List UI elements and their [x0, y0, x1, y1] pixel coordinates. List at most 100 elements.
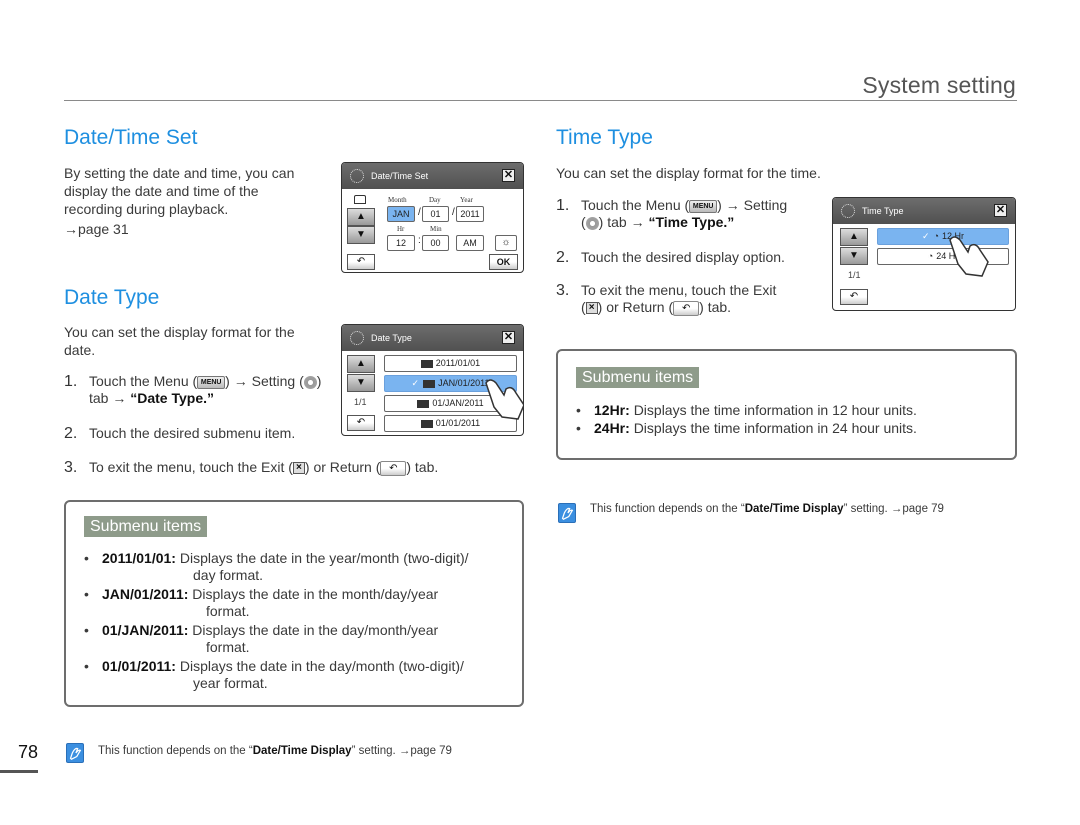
- submenu-item-desc: Displays the date in the day/month/year: [192, 622, 439, 638]
- menu-icon: MENU: [197, 375, 226, 389]
- year-field[interactable]: 2011: [456, 206, 484, 222]
- minute-field[interactable]: 00: [422, 235, 449, 251]
- day-field[interactable]: 01: [422, 206, 449, 222]
- down-button[interactable]: ▼: [347, 374, 375, 392]
- submenu-item: • 01/JAN/2011: Displays the date in the …: [84, 622, 514, 656]
- step-text: To exit the menu, touch the Exit: [581, 282, 777, 298]
- step-number: 3.: [556, 282, 570, 299]
- option-label: 01/01/2011: [435, 418, 481, 428]
- date-type-step-3: 3. To exit the menu, touch the Exit (×) …: [64, 459, 438, 476]
- step-menu-target: “Time Type.”: [648, 214, 735, 230]
- note-text-part: This function depends on the “: [590, 503, 745, 515]
- clock-icon: ◔: [933, 231, 939, 241]
- page-number: 78: [18, 742, 39, 762]
- gear-icon: [350, 169, 364, 183]
- home-icon: [354, 195, 366, 204]
- time-type-submenu-box: Submenu items • 12Hr: Displays the time …: [556, 349, 1017, 460]
- note-setting-name: Date/Time Display: [252, 745, 352, 757]
- exit-icon: ×: [585, 302, 598, 315]
- date-separator: /: [452, 207, 455, 218]
- up-button[interactable]: ▲: [347, 208, 375, 226]
- step-text: ) or Return (: [597, 299, 674, 315]
- screen-title: Date Type: [371, 333, 412, 343]
- return-icon: ↶: [673, 300, 700, 316]
- step-text: Touch the desired submenu item.: [89, 425, 296, 441]
- submenu-item-desc-cont: format.: [206, 603, 250, 619]
- step-text: ) tab.: [699, 299, 732, 315]
- return-button[interactable]: ↶: [840, 289, 868, 305]
- note-icon: [66, 743, 84, 763]
- gear-icon: [350, 331, 364, 345]
- option-label: 2011/01/01: [435, 358, 481, 368]
- ampm-field[interactable]: AM: [456, 235, 484, 251]
- return-button[interactable]: ↶: [347, 254, 375, 270]
- month-label: Month: [388, 196, 407, 204]
- exit-button[interactable]: ✕: [502, 331, 515, 344]
- date-option-2011-01-01[interactable]: 2011/01/01: [384, 355, 517, 372]
- gear-icon: [841, 204, 855, 218]
- screen-titlebar: Date Type ✕: [342, 325, 523, 351]
- step-menu-target: “Date Type.”: [130, 390, 215, 406]
- hour-label: Hr: [397, 225, 405, 233]
- screen-title: Date/Time Set: [371, 171, 429, 181]
- submenu-item: • 12Hr: Displays the time information in…: [576, 402, 917, 419]
- date-format-icon: [423, 379, 436, 388]
- submenu-item-key: 01/JAN/2011:: [102, 622, 189, 638]
- minute-label: Min: [430, 225, 442, 233]
- submenu-item: • JAN/01/2011: Displays the date in the …: [84, 586, 514, 620]
- bullet: •: [84, 586, 89, 602]
- date-format-icon: [420, 419, 433, 428]
- touch-hand-icon: [949, 236, 989, 277]
- time-separator: :: [418, 235, 421, 246]
- submenu-title: Submenu items: [576, 367, 700, 388]
- date-type-submenu-box: Submenu items • 2011/01/01: Displays the…: [64, 500, 524, 707]
- exit-button[interactable]: ✕: [994, 204, 1007, 217]
- step-text: ) → Setting (: [225, 373, 304, 389]
- hour-field[interactable]: 12: [387, 235, 415, 251]
- submenu-item-desc: Displays the date in the day/month (two-…: [179, 658, 464, 674]
- submenu-item-key: 01/01/2011:: [102, 658, 176, 674]
- page-reference-link[interactable]: →page 31: [64, 220, 129, 238]
- step-text: ) → Setting: [717, 197, 788, 213]
- page-indicator: 1/1: [848, 270, 861, 280]
- summer-time-icon: ☼: [501, 237, 511, 248]
- ok-button[interactable]: OK: [489, 254, 518, 270]
- dst-button[interactable]: ☼: [495, 235, 517, 251]
- date-format-icon: [420, 359, 433, 368]
- note-text-part: ” setting. →page 79: [351, 745, 452, 757]
- screen-title: Time Type: [862, 206, 904, 216]
- return-icon: ↶: [380, 460, 407, 476]
- submenu-item-desc: Displays the date in the year/month (two…: [179, 550, 469, 566]
- header-divider: [64, 100, 1017, 101]
- note-text-part: ” setting. →page 79: [843, 503, 944, 515]
- step-text: ) tab →: [598, 214, 649, 230]
- step-text: ) or Return (: [304, 459, 381, 475]
- month-field[interactable]: JAN: [387, 206, 415, 222]
- down-button[interactable]: ▼: [347, 226, 375, 244]
- up-button[interactable]: ▲: [347, 355, 375, 373]
- section-title-time-type: Time Type: [556, 126, 653, 149]
- chapter-title: System setting: [862, 72, 1016, 98]
- submenu-item-key: 12Hr:: [594, 402, 630, 418]
- check-icon: ✓: [922, 231, 930, 241]
- submenu-item-desc: Displays the date in the month/day/year: [192, 586, 439, 602]
- return-button[interactable]: ↶: [347, 415, 375, 431]
- step-text: Touch the Menu (: [89, 373, 198, 389]
- down-button[interactable]: ▼: [840, 247, 868, 265]
- exit-button[interactable]: ✕: [502, 169, 515, 182]
- bullet: •: [576, 402, 581, 418]
- note-text: This function depends on the “Date/Time …: [590, 503, 944, 515]
- submenu-item-desc-cont: year format.: [193, 675, 268, 691]
- time-type-screen: Time Type ✕ ▲ ▼ 1/1 ↶ ✓ ◔ 12 Hr ◔ 24 Hr: [832, 197, 1016, 311]
- check-icon: ✓: [411, 378, 420, 388]
- step-text: To exit the menu, touch the Exit (: [89, 459, 293, 475]
- submenu-item-desc: Displays the time information in 24 hour…: [633, 420, 917, 436]
- submenu-item: • 01/01/2011: Displays the date in the d…: [84, 658, 514, 692]
- submenu-item-key: JAN/01/2011:: [102, 586, 189, 602]
- setting-gear-icon: [585, 216, 599, 230]
- note-setting-name: Date/Time Display: [744, 503, 844, 515]
- up-button[interactable]: ▲: [840, 228, 868, 246]
- page-number-underline: [0, 770, 38, 773]
- step-number: 2.: [64, 425, 78, 442]
- section-title-date-type: Date Type: [64, 286, 160, 309]
